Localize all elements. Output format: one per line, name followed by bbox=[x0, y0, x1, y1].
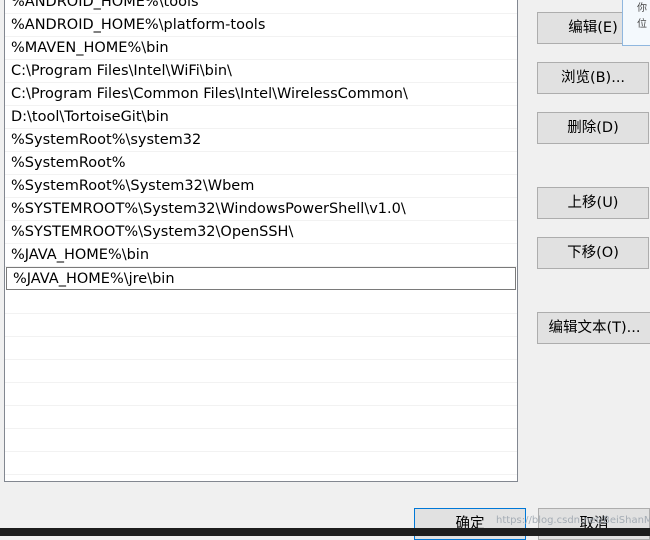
list-item[interactable]: D:\tool\TortoiseGit\bin bbox=[5, 106, 517, 129]
list-item-empty bbox=[5, 383, 517, 406]
tooltip: 你 位 bbox=[622, 0, 650, 46]
list-item-empty bbox=[5, 314, 517, 337]
list-item[interactable]: %ANDROID_HOME%\tools bbox=[5, 0, 517, 14]
list-item[interactable]: %SystemRoot%\system32 bbox=[5, 129, 517, 152]
delete-button[interactable]: 删除(D) bbox=[537, 112, 649, 144]
tooltip-line: 你 bbox=[637, 3, 647, 14]
taskbar bbox=[0, 528, 650, 536]
list-item[interactable]: %JAVA_HOME%\bin bbox=[5, 244, 517, 267]
list-item-empty bbox=[5, 452, 517, 475]
list-item-selected[interactable]: %JAVA_HOME%\jre\bin bbox=[6, 267, 516, 290]
tooltip-line: 位 bbox=[637, 19, 647, 30]
list-item[interactable]: %SYSTEMROOT%\System32\OpenSSH\ bbox=[5, 221, 517, 244]
list-item[interactable]: C:\Program Files\Intel\WiFi\bin\ bbox=[5, 60, 517, 83]
edit-text-button[interactable]: 编辑文本(T)... bbox=[537, 312, 650, 344]
list-item[interactable]: %ANDROID_HOME%\platform-tools bbox=[5, 14, 517, 37]
move-down-button[interactable]: 下移(O) bbox=[537, 237, 649, 269]
list-item-empty bbox=[5, 406, 517, 429]
list-item[interactable]: %MAVEN_HOME%\bin bbox=[5, 37, 517, 60]
list-item[interactable]: %SYSTEMROOT%\System32\WindowsPowerShell\… bbox=[5, 198, 517, 221]
browse-button[interactable]: 浏览(B)... bbox=[537, 62, 649, 94]
list-item-empty bbox=[5, 337, 517, 360]
list-item-empty bbox=[5, 360, 517, 383]
move-up-button[interactable]: 上移(U) bbox=[537, 187, 649, 219]
list-item-empty bbox=[5, 291, 517, 314]
list-item[interactable]: %SystemRoot% bbox=[5, 152, 517, 175]
watermark: https://blog.csdn.net/BeiShanMan bbox=[496, 515, 650, 526]
list-item[interactable]: C:\Program Files\Common Files\Intel\Wire… bbox=[5, 83, 517, 106]
list-item-empty bbox=[5, 429, 517, 452]
list-item[interactable]: %SystemRoot%\System32\Wbem bbox=[5, 175, 517, 198]
path-list[interactable]: %ANDROID_HOME%\tools %ANDROID_HOME%\plat… bbox=[4, 0, 518, 482]
